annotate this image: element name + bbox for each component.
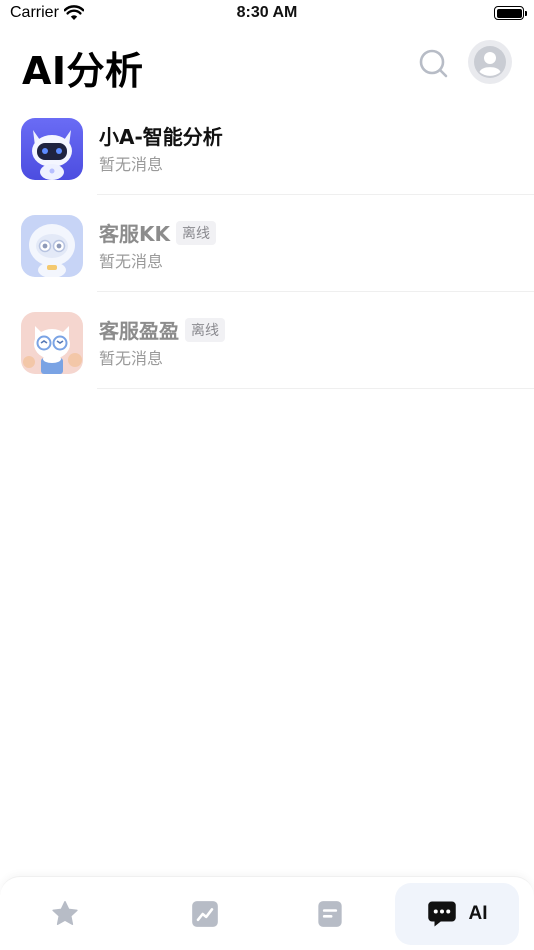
profile-button[interactable]: [468, 40, 512, 84]
tab-notes[interactable]: [265, 877, 395, 950]
robot-icon: [21, 118, 83, 180]
user-icon: [474, 46, 506, 78]
conversation-row-yingying[interactable]: 客服盈盈 离线 暂无消息: [0, 307, 534, 404]
chart-trend-icon: [192, 901, 218, 927]
tab-bar: AI: [0, 876, 534, 950]
tab-market[interactable]: [140, 877, 270, 950]
conversation-name: 客服盈盈: [99, 319, 179, 343]
page-title: AI分析: [22, 49, 144, 93]
battery-icon: [494, 6, 527, 20]
conversation-preview: 暂无消息: [99, 349, 164, 368]
row-divider: [97, 194, 534, 195]
offline-badge: 离线: [176, 220, 216, 245]
conversation-preview: 暂无消息: [99, 252, 164, 271]
offline-badge: 离线: [185, 317, 225, 342]
row-divider: [97, 388, 534, 389]
clock: 8:30 AM: [236, 4, 298, 21]
owl-avatar: [21, 312, 83, 374]
document-icon: [318, 901, 342, 927]
astronaut-avatar: [21, 215, 83, 277]
conversation-row-kk[interactable]: 客服KK 离线 暂无消息: [0, 210, 534, 307]
robot-avatar: [21, 118, 83, 180]
search-button[interactable]: [416, 46, 452, 82]
owl-icon: [21, 312, 83, 374]
conversation-preview: 暂无消息: [99, 155, 164, 174]
conversation-list: 小A-智能分析 暂无消息 客服KK 离线 暂无消息 客服盈盈 离线 暂无消息: [0, 113, 534, 404]
tab-favorites[interactable]: [0, 877, 130, 950]
chat-bubble-icon: [427, 901, 456, 927]
star-icon: [52, 901, 78, 925]
row-divider: [97, 291, 534, 292]
status-bar: Carrier 8:30 AM: [0, 0, 534, 28]
tab-ai-label: AI: [468, 903, 488, 924]
conversation-name: 客服KK: [99, 222, 170, 246]
tab-ai[interactable]: AI: [395, 883, 519, 945]
conversation-row-xiaoa[interactable]: 小A-智能分析 暂无消息: [0, 113, 534, 210]
astronaut-icon: [21, 215, 83, 277]
conversation-name: 小A-智能分析: [99, 125, 223, 149]
search-icon: [419, 49, 448, 78]
header: AI分析: [0, 38, 534, 94]
